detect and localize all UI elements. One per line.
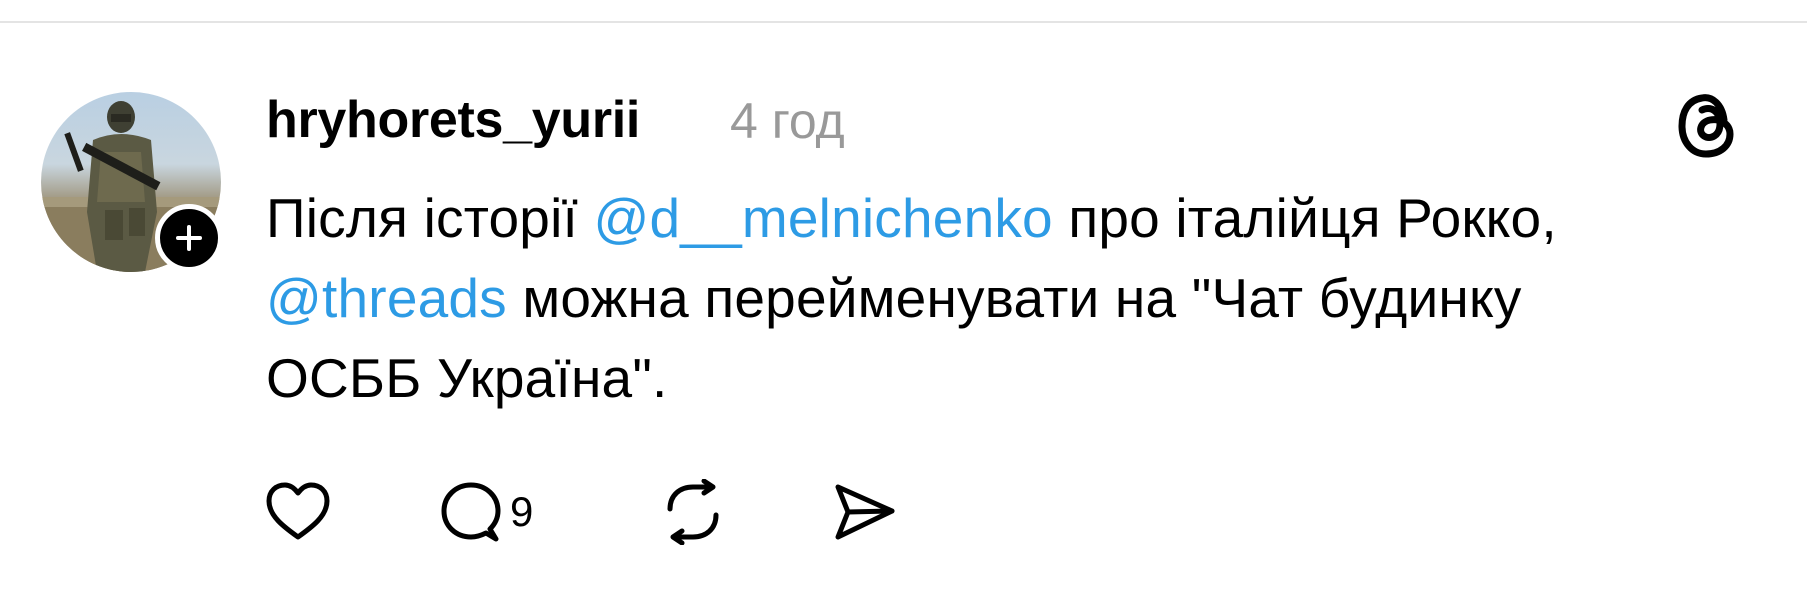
repost-button[interactable]	[658, 472, 728, 552]
text-segment: можна перейменувати на "Чат будинку	[506, 267, 1522, 329]
repost-icon	[667, 479, 719, 545]
text-segment: Після історії	[266, 187, 594, 249]
text-segment: ОСББ Україна".	[266, 347, 668, 409]
send-icon	[835, 484, 895, 540]
avatar-container[interactable]	[41, 92, 223, 272]
username[interactable]: hryhorets_yurii	[266, 90, 640, 150]
threads-logo-icon[interactable]	[1674, 90, 1740, 160]
heart-icon	[266, 482, 330, 540]
reply-button[interactable]: 9	[438, 472, 533, 552]
post-text: Після історії @d__melnichenko про італій…	[266, 178, 1766, 418]
timestamp: 4 год	[730, 93, 845, 149]
reply-count: 9	[510, 488, 534, 535]
thread-post: hryhorets_yurii 4 год Після історії @d__…	[0, 0, 1807, 600]
text-segment: про італійця Рокко,	[1052, 187, 1557, 249]
mention-link[interactable]: @threads	[266, 267, 507, 329]
follow-button[interactable]	[155, 204, 223, 272]
mention-link[interactable]: @d__melnichenko	[593, 187, 1052, 249]
plus-icon	[176, 225, 202, 251]
share-button[interactable]	[832, 472, 898, 552]
comment-icon	[441, 482, 501, 542]
like-button[interactable]	[264, 472, 332, 552]
